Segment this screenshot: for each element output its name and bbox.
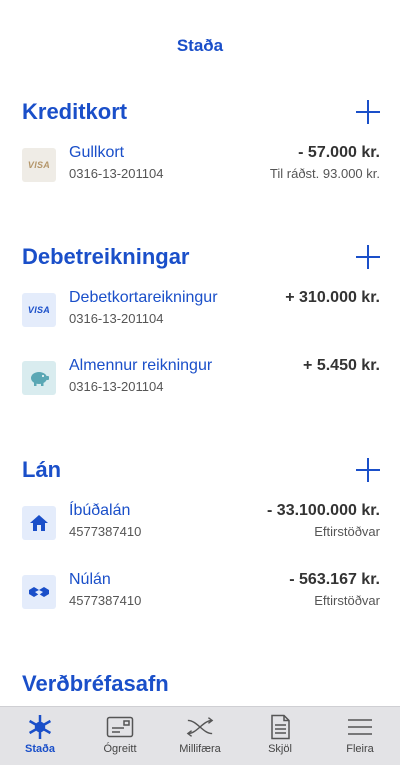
account-name: Debetkortareikningur [69,289,218,306]
account-row-debetkortareikningur[interactable]: VISA Debetkortareikningur 0316-13-201104… [22,289,380,335]
handshake-icon [22,575,56,609]
tab-fleira[interactable]: Fleira [320,707,400,765]
loan-name: Íbúðalán [69,502,131,519]
tab-label: Ógreitt [103,743,137,755]
tab-label: Millifæra [179,743,221,755]
loan-number: 4577387410 [69,524,142,539]
section-title: Lán [22,457,62,482]
section-verdbrefasafn: Verðbréfasafn [22,666,382,702]
visa-card-icon: VISA [22,148,56,182]
account-name: Almennur reikningur [69,357,213,374]
house-icon [22,506,56,540]
tab-label: Staða [25,743,55,755]
section-kreditkort: Kreditkort [22,94,382,130]
account-amount: + 310.000 kr. [285,289,380,306]
tab-millifaera[interactable]: Millifæra [160,707,240,765]
account-name: Gullkort [69,144,125,161]
tab-label: Fleira [346,743,374,755]
loan-amount: - 33.100.000 kr. [267,502,380,519]
tab-bar: Staða Ógreitt Millifæra Skjöl Fleira [0,706,400,765]
transfer-icon [186,714,214,740]
add-debet-button[interactable] [356,245,380,269]
account-number: 0316-13-201104 [69,311,164,326]
add-lan-button[interactable] [356,458,380,482]
section-title: Debetreikningar [22,244,190,269]
tab-label: Skjöl [268,743,292,755]
snowflake-icon [26,714,54,740]
account-number: 0316-13-201104 [69,166,164,181]
piggy-bank-icon [22,361,56,395]
tab-stada[interactable]: Staða [0,707,80,765]
header: Staða [0,0,400,90]
loan-number: 4577387410 [69,593,142,608]
account-row-gullkort[interactable]: VISA Gullkort 0316-13-201104 - 57.000 kr… [22,144,380,190]
account-number: 0316-13-201104 [69,379,164,394]
page-title: Staða [176,36,224,55]
section-debetreikningar: Debetreikningar [22,239,382,275]
section-title: Verðbréfasafn [22,671,169,696]
loan-amount: - 563.167 kr. [289,571,380,588]
available-credit: Til ráðst. 93.000 kr. [269,166,380,181]
loan-balance-label: Eftirstöðvar [314,524,380,539]
tab-ogreitt[interactable]: Ógreitt [80,707,160,765]
account-amount: + 5.450 kr. [303,357,380,374]
tab-skjol[interactable]: Skjöl [240,707,320,765]
menu-icon [346,714,374,740]
document-icon [266,714,294,740]
loan-name: Núlán [69,571,111,588]
add-kreditkort-button[interactable] [356,100,380,124]
loan-balance-label: Eftirstöðvar [314,593,380,608]
account-row-almennur[interactable]: Almennur reikningur 0316-13-201104 + 5.4… [22,357,380,403]
section-lan: Lán [22,452,382,488]
section-title: Kreditkort [22,99,128,124]
loan-row-ibudalan[interactable]: Íbúðalán 4577387410 - 33.100.000 kr. Eft… [22,502,380,548]
account-amount: - 57.000 kr. [298,144,380,161]
bill-icon [106,714,134,740]
visa-card-icon: VISA [22,293,56,327]
loan-row-nulan[interactable]: Núlán 4577387410 - 563.167 kr. Eftirstöð… [22,571,380,617]
